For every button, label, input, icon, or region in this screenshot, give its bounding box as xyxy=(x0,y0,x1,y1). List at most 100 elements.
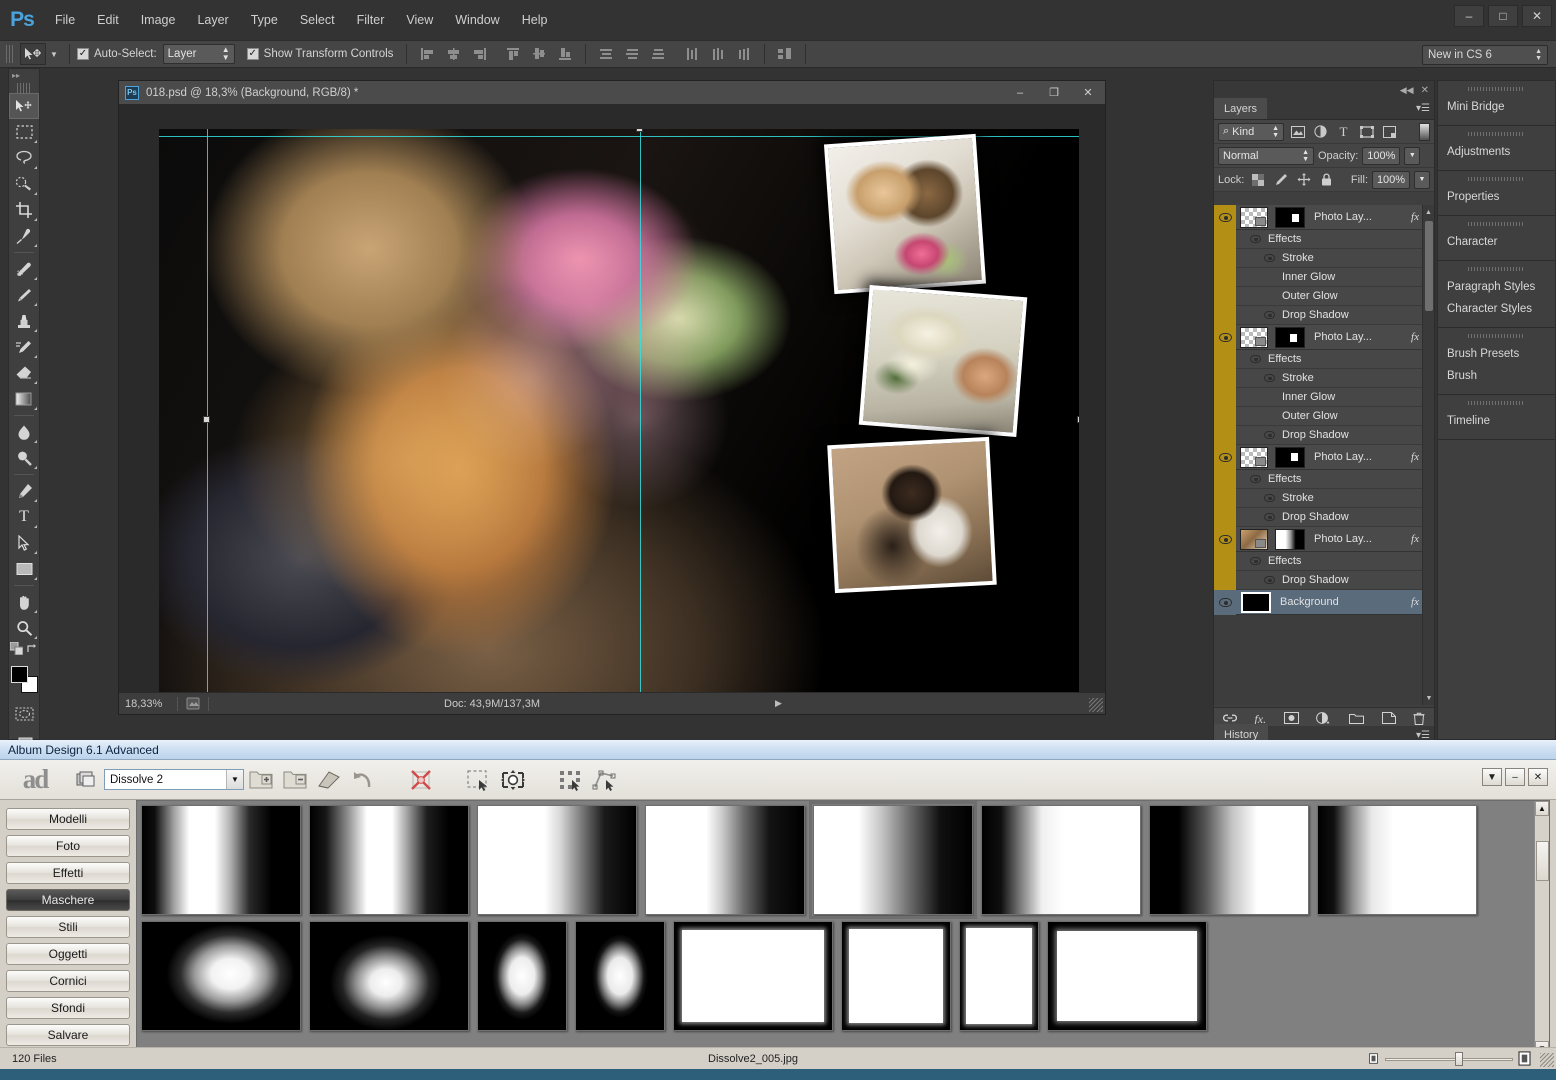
panel-group-grip[interactable] xyxy=(1468,84,1525,94)
menu-layer[interactable]: Layer xyxy=(186,0,239,40)
remove-folder-icon[interactable] xyxy=(280,765,310,795)
layer-effects-group[interactable]: Effects xyxy=(1214,470,1434,489)
layer-effects-group[interactable]: Effects xyxy=(1214,350,1434,369)
spot-healing-brush-tool[interactable] xyxy=(9,256,39,282)
distribute-top-edges-icon[interactable] xyxy=(595,44,617,64)
panel-tab-character[interactable]: Character xyxy=(1438,231,1555,253)
panel-group-grip[interactable] xyxy=(1468,398,1525,408)
album-design-resize-grip[interactable] xyxy=(1540,1053,1554,1067)
layer-effect-item[interactable]: Drop Shadow xyxy=(1214,426,1434,445)
menu-image[interactable]: Image xyxy=(130,0,187,40)
effect-visibility-toggle[interactable] xyxy=(1214,407,1236,426)
document-restore-button[interactable]: ❐ xyxy=(1037,81,1071,104)
gradient-tool[interactable] xyxy=(9,386,39,412)
horizontal-type-tool[interactable]: T xyxy=(9,504,39,530)
toolbox-collapse-icon[interactable]: ▸▸ xyxy=(9,69,39,83)
window-resize-grip[interactable] xyxy=(1089,698,1103,712)
filter-type-icon[interactable]: T xyxy=(1334,123,1353,141)
eyedropper-tool[interactable] xyxy=(9,223,39,249)
align-horizontal-centers-icon[interactable] xyxy=(442,44,464,64)
canvas-area[interactable] xyxy=(119,105,1105,693)
layer-effect-item[interactable]: Outer Glow xyxy=(1214,407,1434,426)
effect-visibility-toggle[interactable] xyxy=(1214,489,1236,508)
panel-group-grip[interactable] xyxy=(1468,129,1525,139)
category-button-oggetti[interactable]: Oggetti xyxy=(6,943,130,965)
mask-grid-scrollbar[interactable]: ▲ ▼ xyxy=(1534,801,1549,1056)
remove-mask-icon[interactable] xyxy=(406,765,436,795)
document-title-bar[interactable]: Ps 018.psd @ 18,3% (Background, RGB/8) *… xyxy=(119,81,1105,105)
category-button-sfondi[interactable]: Sfondi xyxy=(6,997,130,1019)
mask-thumbnail[interactable] xyxy=(1047,921,1207,1031)
mask-thumbnail[interactable] xyxy=(673,921,833,1031)
layer-effect-item[interactable]: Inner Glow xyxy=(1214,268,1434,287)
crop-tool[interactable] xyxy=(9,197,39,223)
transform-handle-middle-left[interactable] xyxy=(203,416,210,423)
filter-adjustment-icon[interactable] xyxy=(1311,123,1330,141)
effects-visibility-toggle[interactable] xyxy=(1214,552,1236,571)
menu-type[interactable]: Type xyxy=(240,0,289,40)
blur-tool[interactable] xyxy=(9,419,39,445)
move-tool-icon[interactable] xyxy=(20,43,46,65)
collapse-to-icons-icon[interactable]: ◀◀ xyxy=(1400,85,1414,96)
lock-position-icon[interactable] xyxy=(1294,171,1313,189)
color-swatches[interactable] xyxy=(9,665,39,695)
layer-fx-badge[interactable]: fx xyxy=(1411,211,1419,223)
mask-thumbnail[interactable] xyxy=(477,805,637,915)
quick-selection-tool[interactable] xyxy=(9,171,39,197)
menu-filter[interactable]: Filter xyxy=(346,0,396,40)
panel-group-grip[interactable] xyxy=(1468,331,1525,341)
collage-photo-embrace[interactable] xyxy=(827,437,997,593)
opacity-value[interactable]: 100% xyxy=(1362,147,1400,165)
panel-tab-character-styles[interactable]: Character Styles xyxy=(1438,298,1555,320)
align-top-edges-icon[interactable] xyxy=(502,44,524,64)
apply-to-path-icon[interactable] xyxy=(590,765,620,795)
layer-visibility-toggle[interactable] xyxy=(1214,205,1236,230)
mask-thumbnail[interactable] xyxy=(575,921,665,1031)
mask-category-select[interactable]: Dissolve 2 ▼ xyxy=(104,769,244,790)
mask-thumbnail[interactable] xyxy=(309,805,469,915)
menu-window[interactable]: Window xyxy=(444,0,510,40)
transform-handle-middle-right[interactable] xyxy=(1077,416,1079,423)
panel-tab-paragraph-styles[interactable]: Paragraph Styles xyxy=(1438,276,1555,298)
layers-scrollbar[interactable]: ▲ ▼ xyxy=(1422,205,1434,705)
menu-file[interactable]: File xyxy=(44,0,86,40)
dodge-tool[interactable] xyxy=(9,445,39,471)
lasso-tool[interactable] xyxy=(9,145,39,171)
add-folder-icon[interactable] xyxy=(246,765,276,795)
auto-align-layers-icon[interactable] xyxy=(774,44,796,64)
slider-knob[interactable] xyxy=(1455,1052,1463,1066)
album-design-minimize-button[interactable]: – xyxy=(1505,768,1525,786)
add-layer-mask-icon[interactable] xyxy=(1284,712,1299,727)
rectangle-tool[interactable] xyxy=(9,556,39,582)
effect-visibility-toggle[interactable] xyxy=(1214,426,1236,445)
scrollbar-thumb[interactable] xyxy=(1536,841,1549,881)
clone-stamp-tool[interactable] xyxy=(9,308,39,334)
panel-tab-mini-bridge[interactable]: Mini Bridge xyxy=(1438,96,1555,118)
lock-all-icon[interactable] xyxy=(1317,171,1336,189)
category-button-cornici[interactable]: Cornici xyxy=(6,970,130,992)
effects-visibility-toggle[interactable] xyxy=(1214,230,1236,249)
menu-help[interactable]: Help xyxy=(511,0,559,40)
default-colors-icon[interactable] xyxy=(10,642,23,660)
layer-visibility-toggle[interactable] xyxy=(1214,527,1236,552)
layer-effect-item[interactable]: Drop Shadow xyxy=(1214,306,1434,325)
thumbnail-size-slider[interactable] xyxy=(1385,1052,1513,1066)
menu-view[interactable]: View xyxy=(395,0,444,40)
layer-fx-badge[interactable]: fx xyxy=(1411,451,1419,463)
category-button-salvare[interactable]: Salvare xyxy=(6,1024,130,1046)
quick-mask-mode-icon[interactable] xyxy=(9,701,39,727)
panel-tab-timeline[interactable]: Timeline xyxy=(1438,410,1555,432)
mask-thumbnail-grid[interactable] xyxy=(141,805,1533,1054)
show-transform-controls-checkbox[interactable]: ✓ xyxy=(247,48,259,60)
transform-handle-top-center[interactable] xyxy=(636,129,643,132)
new-adjustment-layer-icon[interactable] xyxy=(1316,712,1331,727)
align-vertical-centers-icon[interactable] xyxy=(528,44,550,64)
close-icon[interactable]: ✕ xyxy=(1421,85,1429,96)
layer-effect-item[interactable]: Drop Shadow xyxy=(1214,571,1434,590)
path-selection-tool[interactable] xyxy=(9,530,39,556)
align-left-edges-icon[interactable] xyxy=(416,44,438,64)
select-area-icon[interactable] xyxy=(464,765,494,795)
menu-edit[interactable]: Edit xyxy=(86,0,130,40)
foreground-color-swatch[interactable] xyxy=(11,666,28,683)
effect-visibility-toggle[interactable] xyxy=(1214,268,1236,287)
